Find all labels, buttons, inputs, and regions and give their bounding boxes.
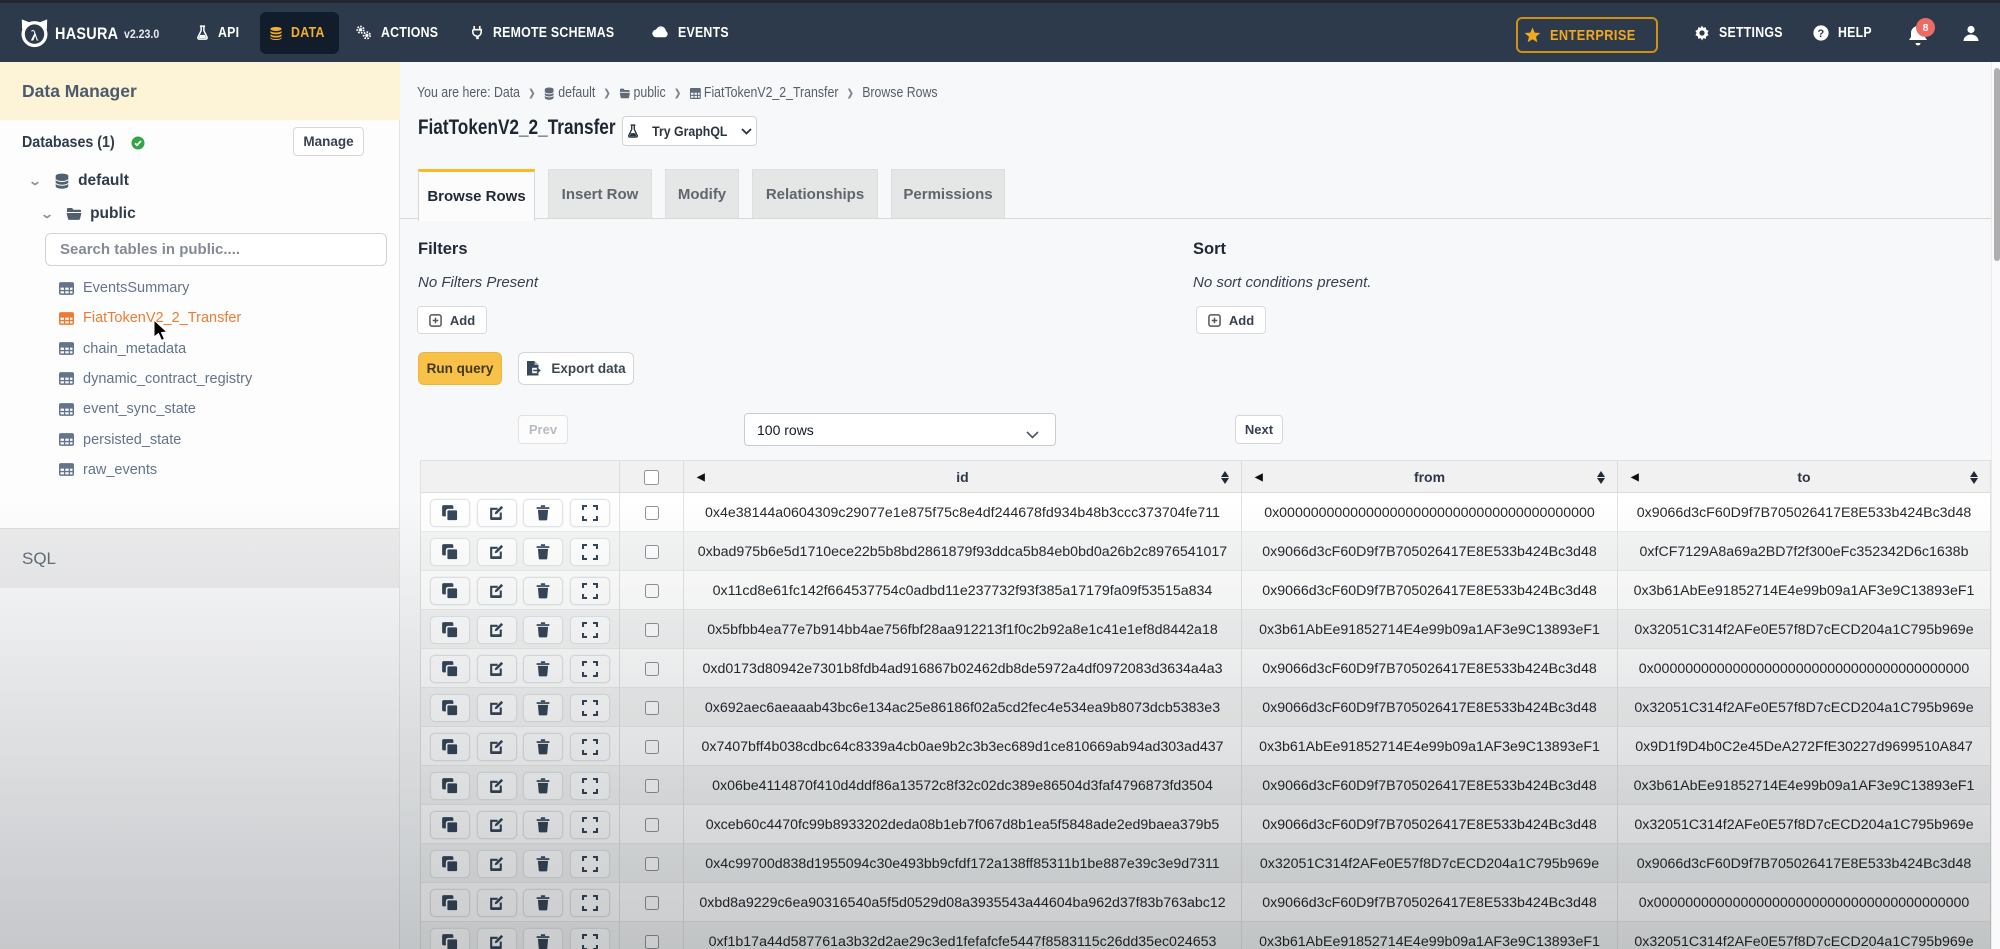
svg-text:λ: λ bbox=[31, 28, 39, 44]
svg-text:?: ? bbox=[1817, 28, 1824, 40]
